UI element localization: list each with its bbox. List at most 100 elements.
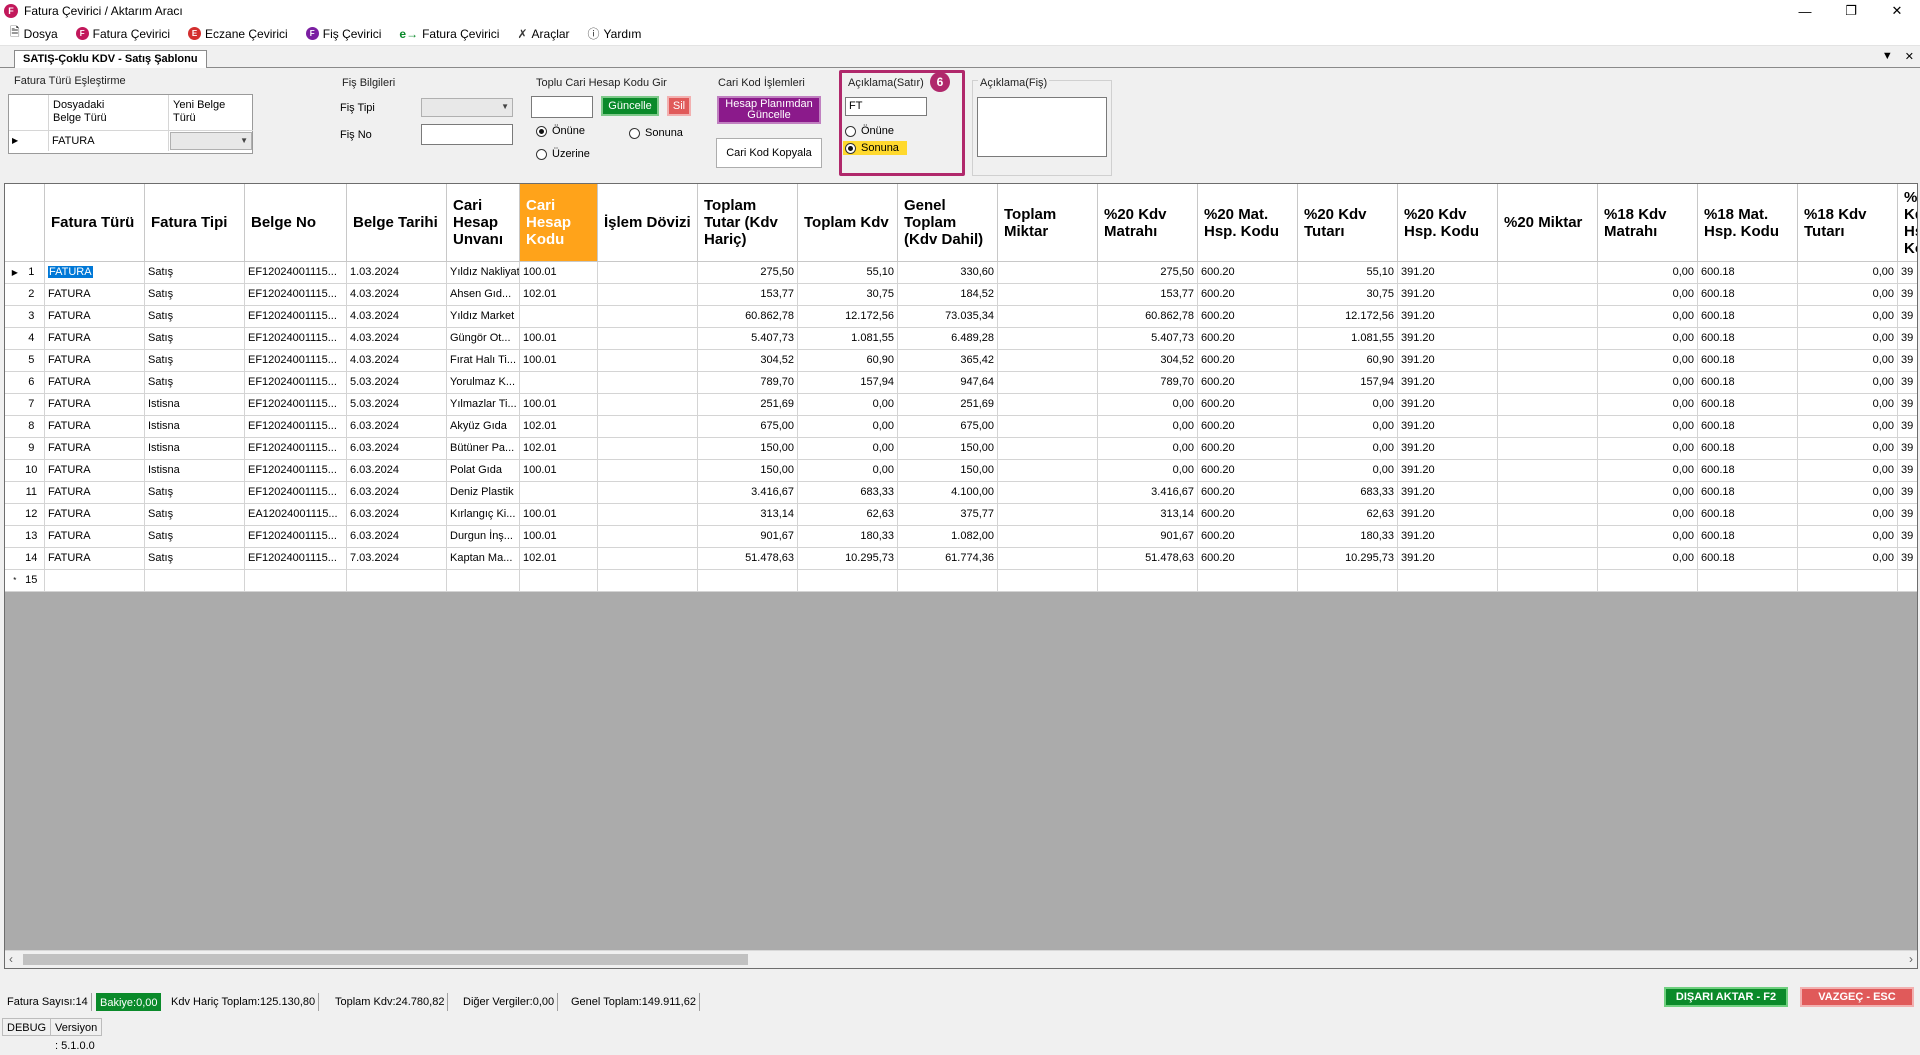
table-cell[interactable]: 39 [1898,284,1917,306]
table-cell[interactable]: Kırlangıç Ki... [447,504,520,526]
table-cell[interactable]: 391.20 [1398,526,1498,548]
table-cell[interactable]: 600.18 [1698,548,1798,570]
table-cell[interactable]: EF12024001115... [245,438,347,460]
table-cell[interactable]: 600.18 [1698,394,1798,416]
table-row[interactable]: 6 FATURA Satış EF12024001115... 5.03.2024 Yor… [5,372,1917,394]
table-cell[interactable] [1498,460,1598,482]
table-cell[interactable]: Satış [145,372,245,394]
table-cell[interactable] [1498,504,1598,526]
table-cell[interactable]: 0,00 [1798,482,1898,504]
table-cell[interactable]: 100.01 [520,262,598,284]
table-cell[interactable]: EF12024001115... [245,394,347,416]
table-cell[interactable]: 102.01 [520,438,598,460]
table-cell[interactable]: 0,00 [1098,460,1198,482]
table-cell[interactable] [898,570,998,592]
table-row[interactable]: 5 FATURA Satış EF12024001115... 4.03.2024 Fır… [5,350,1917,372]
table-cell[interactable]: 0,00 [798,438,898,460]
table-cell[interactable]: 901,67 [698,526,798,548]
table-cell[interactable]: 901,67 [1098,526,1198,548]
table-cell[interactable]: 0,00 [1798,548,1898,570]
table-cell[interactable]: Satış [145,284,245,306]
table-cell[interactable]: 7.03.2024 [347,548,447,570]
row-header[interactable]: 9 [5,438,45,460]
table-cell[interactable]: 4.03.2024 [347,284,447,306]
table-cell[interactable]: 1.081,55 [798,328,898,350]
table-row[interactable]: 11 FATURA Satış EF12024001115... 6.03.2024 De… [5,482,1917,504]
table-cell[interactable]: 0,00 [1298,438,1398,460]
table-cell[interactable]: FATURA [45,284,145,306]
tab-satis-sablonu[interactable]: SATIŞ-Çoklu KDV - Satış Şablonu [14,50,207,68]
table-cell[interactable] [1798,570,1898,592]
tab-list-icon[interactable]: ▼ [1882,50,1893,63]
table-cell[interactable]: 4.100,00 [898,482,998,504]
table-cell[interactable] [598,548,698,570]
table-cell[interactable]: 0,00 [1598,504,1698,526]
table-cell[interactable]: 157,94 [798,372,898,394]
table-cell[interactable]: 391.20 [1398,394,1498,416]
table-cell[interactable]: 600.18 [1698,372,1798,394]
table-cell[interactable] [998,548,1098,570]
minimize-icon[interactable]: — [1782,0,1828,22]
table-cell[interactable]: 0,00 [798,460,898,482]
table-cell[interactable]: 0,00 [1798,262,1898,284]
row-header[interactable]: 4 [5,328,45,350]
aciklama-fis-input[interactable] [977,97,1107,157]
menu-eczane-cevirici[interactable]: E Eczane Çevirici [188,27,288,41]
table-cell[interactable]: 1.081,55 [1298,328,1398,350]
table-cell[interactable]: 600.18 [1698,284,1798,306]
table-cell[interactable] [598,372,698,394]
grid-column-header[interactable]: %20 Kdv Matrahı [1098,184,1198,262]
table-cell[interactable]: FATURA [45,372,145,394]
row-header[interactable]: 13 [5,526,45,548]
table-cell[interactable]: 0,00 [798,416,898,438]
grid-column-header[interactable]: %18 Kdv Matrahı [1598,184,1698,262]
table-cell[interactable]: 100.01 [520,526,598,548]
table-cell[interactable]: 600.20 [1198,372,1298,394]
grid-column-header[interactable]: Cari Hesap Kodu [520,184,598,262]
table-cell[interactable]: 30,75 [1298,284,1398,306]
table-cell[interactable]: EF12024001115... [245,306,347,328]
table-cell[interactable]: 0,00 [1598,284,1698,306]
table-cell[interactable]: 304,52 [1098,350,1198,372]
fis-tipi-select[interactable]: ▼ [421,98,513,117]
table-cell[interactable]: 3.416,67 [698,482,798,504]
table-cell[interactable]: 0,00 [1798,416,1898,438]
table-cell[interactable]: 600.20 [1198,548,1298,570]
table-cell[interactable]: 600.18 [1698,438,1798,460]
table-cell[interactable]: FATURA [45,438,145,460]
table-cell[interactable]: Güngör Ot... [447,328,520,350]
table-cell[interactable] [598,328,698,350]
table-cell[interactable]: 0,00 [1298,460,1398,482]
row-header[interactable]: 11 [5,482,45,504]
table-cell[interactable]: 153,77 [698,284,798,306]
table-row[interactable]: 13 FATURA Satış EF12024001115... 6.03.2024 Du… [5,526,1917,548]
table-cell[interactable] [998,460,1098,482]
table-cell[interactable]: Ahsen Gıd... [447,284,520,306]
table-cell[interactable] [998,416,1098,438]
table-cell[interactable]: 153,77 [1098,284,1198,306]
table-cell[interactable]: 0,00 [1598,526,1698,548]
table-cell[interactable]: 100.01 [520,504,598,526]
table-cell[interactable]: 313,14 [698,504,798,526]
table-cell[interactable] [998,284,1098,306]
hesap-planindan-guncelle-button[interactable]: Hesap Planımdan Güncelle [717,96,821,124]
table-cell[interactable]: Satış [145,262,245,284]
table-cell[interactable]: 391.20 [1398,328,1498,350]
table-cell[interactable]: 30,75 [798,284,898,306]
table-cell[interactable]: 62,63 [798,504,898,526]
table-cell[interactable]: 0,00 [1798,438,1898,460]
table-cell[interactable] [598,482,698,504]
table-cell[interactable] [598,306,698,328]
table-cell[interactable] [520,482,598,504]
table-cell[interactable]: 4.03.2024 [347,350,447,372]
table-cell[interactable]: 391.20 [1398,350,1498,372]
menu-dosya[interactable]: 🗎 Dosya [10,23,58,44]
table-cell[interactable]: 683,33 [1298,482,1398,504]
table-cell[interactable]: 100.01 [520,460,598,482]
menu-yardim[interactable]: ⓘ Yardım [588,25,642,42]
table-cell[interactable]: 947,64 [898,372,998,394]
table-cell[interactable]: EF12024001115... [245,328,347,350]
table-cell[interactable]: 0,00 [1598,372,1698,394]
table-cell[interactable]: 0,00 [1598,262,1698,284]
table-cell[interactable]: 6.03.2024 [347,482,447,504]
